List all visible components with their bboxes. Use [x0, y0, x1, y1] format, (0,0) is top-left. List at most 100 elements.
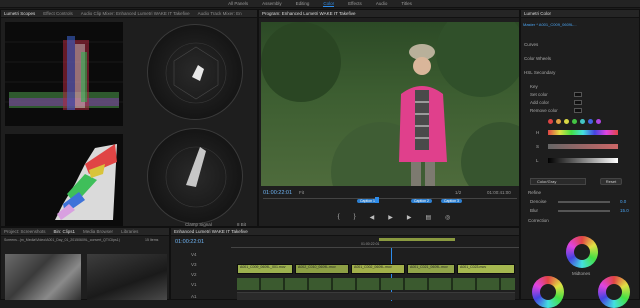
program-duration: 01:00:41:00 [487, 190, 511, 195]
program-timecode[interactable]: 01:00:22:01 [263, 190, 292, 196]
clip-label: A001_C021_0609L.mov [410, 265, 448, 269]
clip-thumbnail[interactable] [5, 254, 81, 300]
blur-value[interactable]: 15.0 [620, 208, 629, 213]
color-gray-label: Color/Gray [537, 179, 557, 184]
tab-audio-track-mixer[interactable]: Audio Track Mixer: En [198, 11, 242, 16]
set-color-swatch[interactable] [574, 92, 582, 97]
hue-histogram-graphic [55, 144, 117, 220]
timeline-clip[interactable]: A001_C002_0609L.mov [351, 264, 405, 274]
tab-program[interactable]: Program: Enhanced Lumetri WAKE IT Takefi… [262, 11, 355, 16]
v1-track-clips[interactable] [237, 278, 515, 290]
workspace-titles[interactable]: Titles [401, 1, 412, 6]
tab-sequence[interactable]: Enhanced Lumetri WAKE IT Takefive [174, 229, 248, 234]
shadows-wheel[interactable] [532, 276, 564, 308]
preset-swatch[interactable] [548, 119, 553, 124]
mark-in-icon[interactable]: { [338, 214, 340, 222]
lightness-slider[interactable] [548, 158, 618, 163]
ruler-time-label: 01:00:22:01 [361, 242, 380, 246]
tab-audio-clip-mixer[interactable]: Audio Clip Mixer: Enhanced Lumetri WAKE … [81, 11, 190, 16]
timeline-clip[interactable]: A001_C023.mov [457, 264, 515, 274]
program-tab-bar: Program: Enhanced Lumetri WAKE IT Takefi… [259, 10, 519, 18]
add-color-swatch[interactable] [574, 100, 582, 105]
tab-project[interactable]: Project: Screenshots [4, 229, 46, 234]
program-ruler[interactable]: Caption 1 Caption 2 Caption 3 [263, 197, 517, 203]
tab-lumetri-scopes[interactable]: Lumetri Scopes [4, 11, 35, 16]
preset-swatch[interactable] [580, 119, 585, 124]
resolution-dropdown[interactable]: 1/2 [455, 190, 461, 195]
step-forward-icon[interactable]: ▶ [407, 214, 412, 222]
project-tab-bar: Project: Screenshots Bin: Clips1 Media B… [1, 228, 169, 236]
work-area-bar[interactable] [379, 238, 455, 241]
tab-bin-clips[interactable]: Bin: Clips1 [54, 229, 76, 234]
timeline-timecode[interactable]: 01:00:22:01 [175, 239, 204, 245]
timeline-clip[interactable]: A002_C010_0609L.mov [295, 264, 349, 274]
master-clip-selector[interactable]: Master * A001_C009_0609L... [523, 22, 637, 30]
track-v2[interactable]: V2 [191, 272, 197, 277]
workspace-assembly[interactable]: Assembly [262, 1, 282, 6]
midtones-wheel[interactable] [566, 236, 598, 268]
track-a1[interactable]: A1 [191, 294, 197, 299]
workspace-all-panels[interactable]: All Panels [228, 1, 248, 6]
section-color-wheels[interactable]: Color Wheels [524, 56, 551, 61]
timeline-clip[interactable]: A001_C021_0609L.mov [407, 264, 455, 274]
mark-out-icon[interactable]: } [354, 214, 356, 222]
saturation-slider[interactable] [548, 144, 618, 149]
play-icon[interactable]: ▶ [388, 214, 393, 222]
step-back-icon[interactable]: ◀ [370, 214, 375, 222]
remove-color-label: Remove color [530, 108, 558, 113]
reset-button[interactable]: Reset [600, 178, 622, 185]
vectorscope-top-graphic [165, 42, 227, 104]
timeline-clip[interactable]: A001_C009_0609L_001.mov [237, 264, 293, 274]
preset-swatch[interactable] [596, 119, 601, 124]
tab-libraries[interactable]: Libraries [121, 229, 138, 234]
blur-slider[interactable] [558, 210, 610, 212]
scopes-tab-bar: Lumetri Scopes Effect Controls Audio Cli… [1, 10, 257, 18]
workspace-effects[interactable]: Effects [348, 1, 362, 6]
tab-lumetri-color[interactable]: Lumetri Color [524, 11, 551, 16]
fit-dropdown[interactable]: Fit [299, 190, 304, 195]
color-presets-row[interactable] [548, 119, 634, 125]
denoise-slider[interactable] [558, 201, 610, 203]
remove-color-swatch[interactable] [574, 108, 582, 113]
workspace-color[interactable]: Color [323, 1, 335, 7]
lift-icon[interactable]: ▤ [425, 214, 431, 222]
section-hsl-secondary[interactable]: HSL Secondary [524, 70, 555, 75]
item-count: 15 Items [145, 238, 159, 242]
track-v1[interactable]: V1 [191, 282, 197, 287]
vectorscope-top [147, 24, 243, 120]
highlights-wheel-center [606, 284, 622, 300]
waveform-graphic [5, 36, 123, 110]
highlights-wheel[interactable] [598, 276, 630, 308]
preset-swatch[interactable] [556, 119, 561, 124]
hue-slider[interactable] [548, 130, 618, 135]
workspace-audio[interactable]: Audio [376, 1, 388, 6]
program-video-frame [261, 22, 519, 186]
preset-swatch[interactable] [564, 119, 569, 124]
workspace-editing[interactable]: Editing [296, 1, 310, 6]
timeline-ruler[interactable]: 01:00:22:01 [231, 238, 519, 248]
section-curves[interactable]: Curves [524, 42, 538, 47]
export-frame-icon[interactable]: ◎ [445, 214, 450, 222]
tab-effect-controls[interactable]: Effect Controls [43, 11, 72, 16]
shadows-wheel-center [540, 284, 556, 300]
hue-histogram-scope [5, 134, 123, 226]
hsl-s-label: S [536, 144, 540, 149]
caption-marker-3[interactable]: Caption 3 [441, 199, 462, 203]
playhead[interactable] [375, 197, 379, 203]
master-clip-label: Master * A001_C009_0609L... [523, 22, 577, 27]
clip-label: A002_C010_0609L.mov [298, 265, 336, 269]
track-v4[interactable]: V4 [191, 252, 197, 257]
denoise-value[interactable]: 0.0 [620, 199, 626, 204]
clip-label: A001_C009_0609L_001.mov [240, 265, 286, 269]
tab-media-browser[interactable]: Media Browser [83, 229, 113, 234]
audio-track-strip[interactable] [237, 292, 515, 300]
preset-swatch[interactable] [588, 119, 593, 124]
hsl-l-label: L [536, 158, 539, 163]
blur-label: Blur [530, 208, 539, 213]
color-gray-dropdown[interactable]: Color/Gray [530, 178, 586, 185]
program-monitor-panel: Program: Enhanced Lumetri WAKE IT Takefi… [258, 9, 520, 227]
track-v3[interactable]: V3 [191, 262, 197, 267]
caption-marker-2[interactable]: Caption 2 [411, 199, 432, 203]
preset-swatch[interactable] [572, 119, 577, 124]
clip-thumbnail[interactable] [87, 254, 167, 300]
